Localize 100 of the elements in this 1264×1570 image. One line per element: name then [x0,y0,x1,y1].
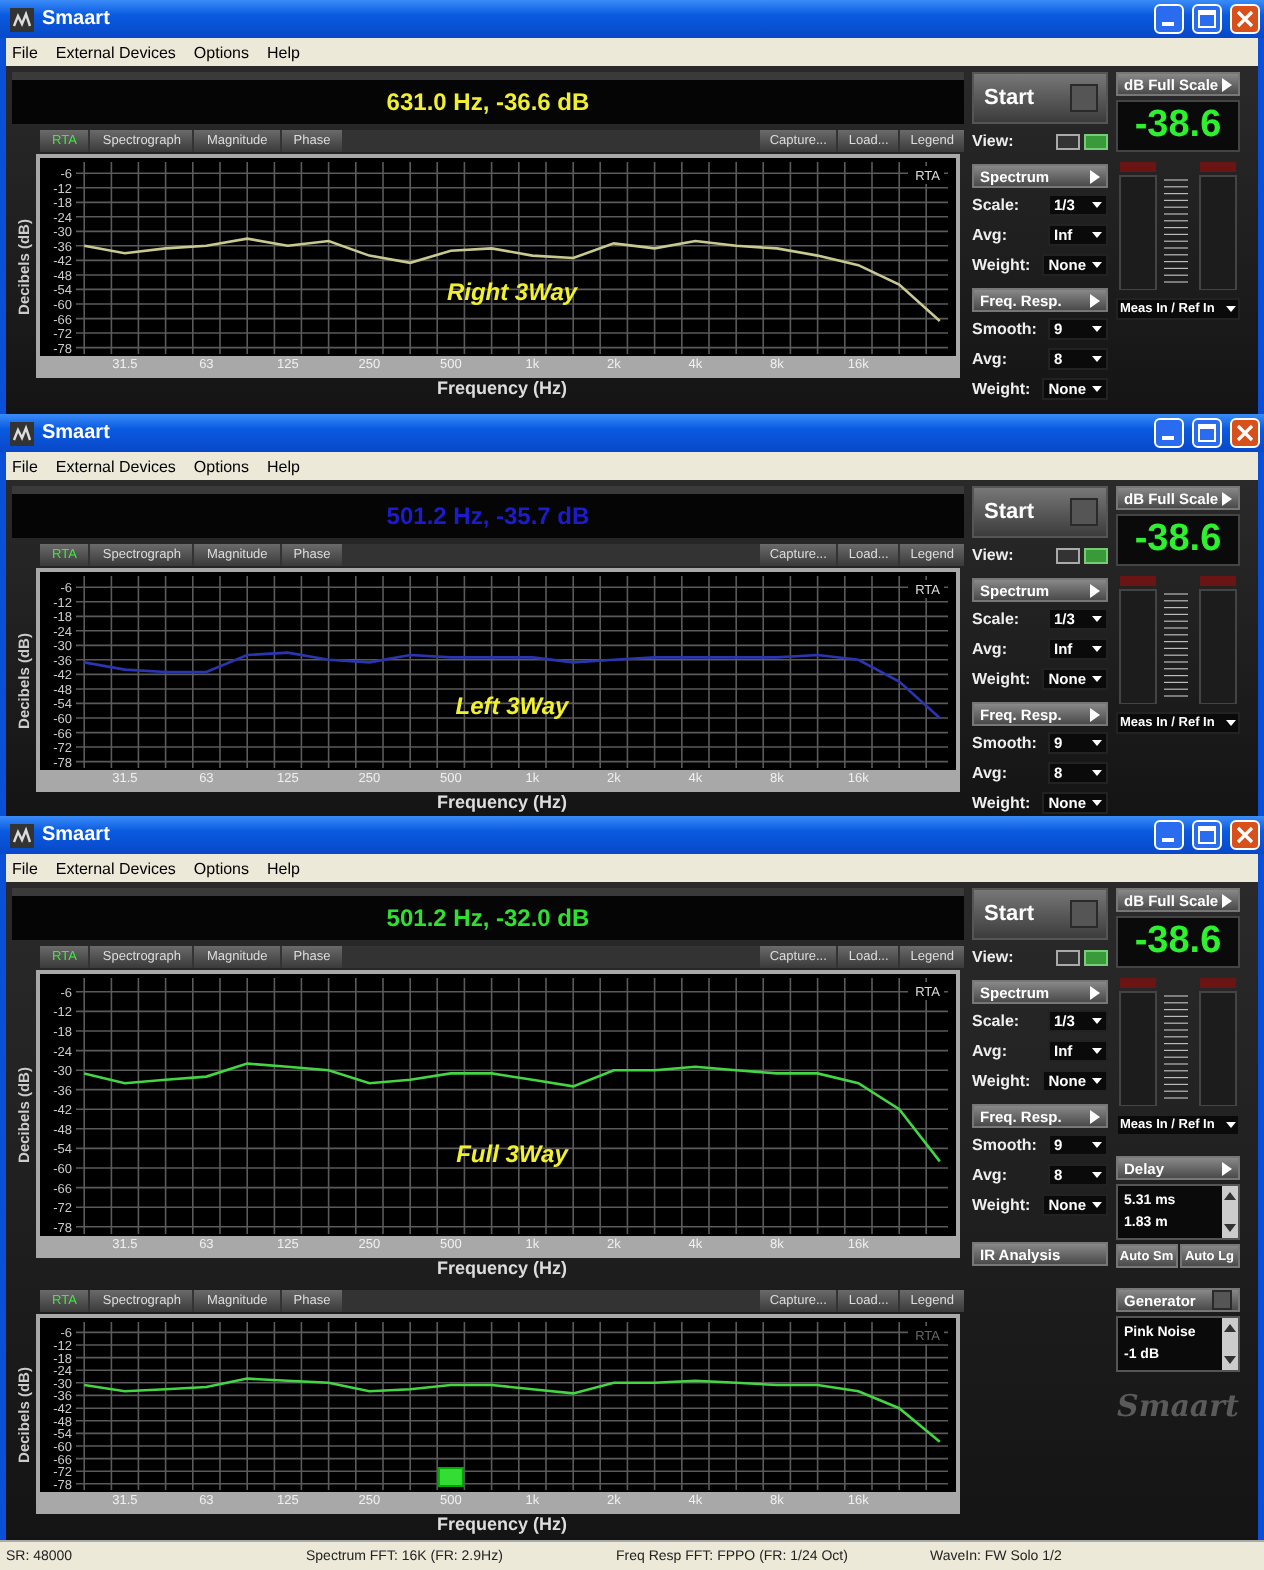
menu-item[interactable]: File [12,457,38,475]
caret-icon [1090,985,1100,999]
spin-arrows-icon[interactable] [1222,1186,1238,1238]
caret-icon [1222,77,1232,91]
field-label: Avg: [972,640,1007,658]
caret-icon [1092,1048,1102,1054]
caret-icon [1226,1122,1236,1128]
maximize-button[interactable] [1192,820,1222,850]
app-icon [10,823,34,847]
menu-item[interactable]: Help [267,457,300,475]
caret-icon [1092,646,1102,652]
field-label: Scale: [972,610,1020,628]
field-label: View: [972,546,1014,564]
field-label: Scale: [972,1012,1020,1030]
field-label: Weight: [972,794,1031,812]
close-button[interactable] [1230,820,1260,850]
cursor-marker-icon[interactable] [437,1467,464,1487]
caret-icon [1092,386,1102,392]
field-label: Weight: [972,1196,1031,1214]
field-label: View: [972,132,1014,150]
caret-icon [1226,306,1236,312]
caret-icon [1092,326,1102,332]
caret-icon [1092,1202,1102,1208]
field-label: Weight: [972,1072,1031,1090]
axis-title: Frequency (Hz) [434,1258,567,1280]
level-meter-drawing [1116,576,1240,704]
close-icon [1236,826,1254,844]
menu-item[interactable]: External Devices [55,859,176,877]
axis-title: Frequency (Hz) [434,792,567,814]
menu-item[interactable]: Options [193,43,249,61]
spin-arrows-icon[interactable] [1222,1318,1238,1370]
field-label: Smooth: [972,1136,1037,1154]
menu-item[interactable]: Help [267,43,300,61]
maximize-icon [1198,10,1216,28]
field-label: Avg: [972,226,1007,244]
trace-label: Full 3Way [456,1140,568,1169]
field-label: Avg: [972,764,1007,782]
caret-icon [1092,202,1102,208]
field-label: Avg: [972,350,1007,368]
field-label: Avg: [972,1042,1007,1060]
level-meter-drawing [1116,978,1240,1106]
caret-icon [1092,740,1102,746]
menu-item[interactable]: File [12,43,38,61]
caret-icon [1092,356,1102,362]
menu-item[interactable]: Help [267,859,300,877]
view-toggle[interactable] [1084,547,1108,563]
view-toggle[interactable] [1056,547,1080,563]
field-label: Weight: [972,256,1031,274]
logo-text: Smaart [1117,1388,1239,1424]
caret-icon [1092,262,1102,268]
caret-icon [1090,583,1100,597]
maximize-button[interactable] [1192,4,1222,34]
caret-icon [1222,1161,1232,1175]
start-button[interactable]: Start [972,72,1108,124]
trace-label: Right 3Way [446,278,578,307]
maximize-button[interactable] [1192,418,1222,448]
field-label: Smooth: [972,734,1037,752]
start-button[interactable]: Start [972,888,1108,940]
view-toggle[interactable] [1084,949,1108,965]
close-button[interactable] [1230,4,1260,34]
app-icon [10,7,34,31]
menu-item[interactable]: External Devices [55,457,176,475]
field-label: Smooth: [972,320,1037,338]
close-button[interactable] [1230,418,1260,448]
level-readout: -38.6 [1116,514,1240,566]
minimize-button[interactable] [1154,4,1184,34]
field-label: Scale: [972,196,1020,214]
view-toggle[interactable] [1056,133,1080,149]
field-label: View: [972,948,1014,966]
minimize-button[interactable] [1154,820,1184,850]
view-toggle[interactable] [1084,133,1108,149]
field-label: Weight: [972,670,1031,688]
axis-title: Frequency (Hz) [434,1514,567,1536]
window-title: Smaart [42,8,110,30]
menu-item[interactable]: External Devices [55,43,176,61]
caret-icon [1090,707,1100,721]
close-icon [1236,10,1254,28]
menu-item[interactable]: Options [193,457,249,475]
close-icon [1236,424,1254,442]
menu-item[interactable]: Options [193,859,249,877]
minimize-button[interactable] [1154,418,1184,448]
caret-icon [1092,800,1102,806]
field-label: Avg: [972,1166,1007,1184]
indicator-icon [1070,498,1098,526]
window-title: Smaart [42,824,110,846]
menu-item[interactable]: File [12,859,38,877]
level-meter-drawing [1116,162,1240,290]
start-button[interactable]: Start [972,486,1108,538]
caret-icon [1226,720,1236,726]
caret-icon [1092,770,1102,776]
maximize-icon [1198,424,1216,442]
indicator-icon [1070,84,1098,112]
caret-icon [1092,616,1102,622]
readout-text: 501.2 Hz, -35.7 dB [386,502,590,530]
app-icon [10,421,34,445]
window-title: Smaart [42,422,110,444]
caret-icon [1092,1078,1102,1084]
view-toggle[interactable] [1056,949,1080,965]
readout-text: 501.2 Hz, -32.0 dB [386,904,590,932]
caret-icon [1092,232,1102,238]
